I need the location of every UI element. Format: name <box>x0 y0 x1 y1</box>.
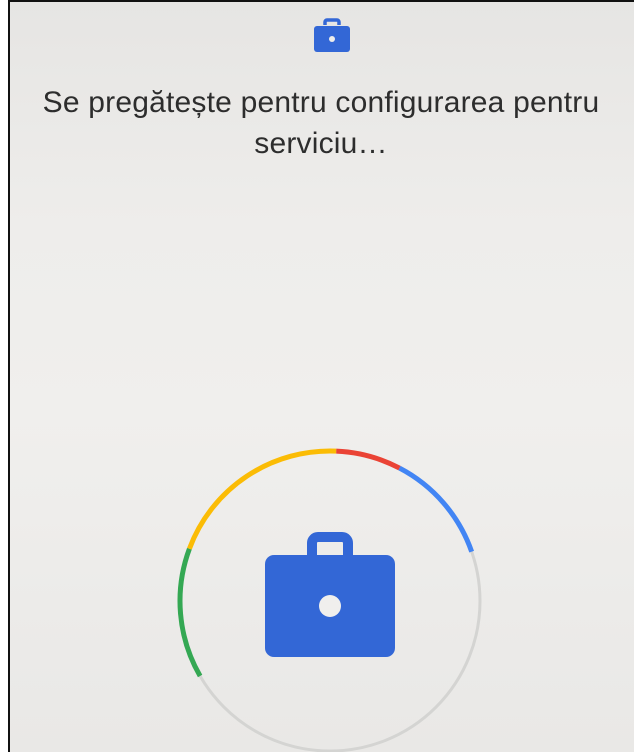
setup-progress-indicator <box>167 438 493 752</box>
page-title: Se pregătește pentru configurarea pentru… <box>42 86 600 160</box>
briefcase-icon <box>311 18 353 54</box>
briefcase-icon <box>265 532 395 657</box>
progress-segment <box>177 547 203 678</box>
setup-screen: Se pregătește pentru configurarea pentru… <box>8 0 634 752</box>
progress-segment <box>336 448 401 471</box>
progress-segment <box>398 465 475 553</box>
